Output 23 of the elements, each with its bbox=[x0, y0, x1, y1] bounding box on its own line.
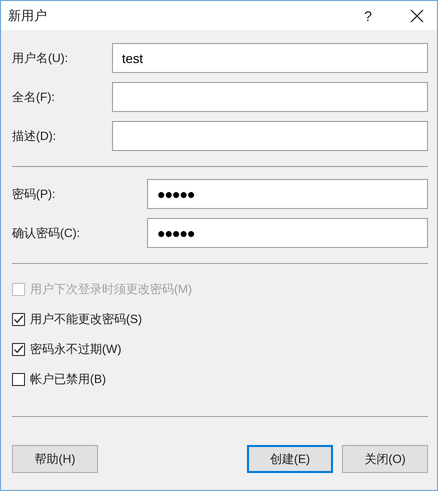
input-field[interactable]: ●●●●● bbox=[147, 218, 428, 248]
dialog-button[interactable]: 创建(E) bbox=[247, 445, 333, 473]
field-label: 用户名(U): bbox=[12, 50, 68, 66]
dialog-button[interactable]: 帮助(H) bbox=[12, 445, 98, 473]
checkbox-label: 用户不能更改密码(S) bbox=[30, 310, 142, 328]
checkbox[interactable] bbox=[12, 372, 25, 386]
dialog-button[interactable]: 关闭(O) bbox=[342, 445, 428, 473]
checkbox[interactable] bbox=[12, 342, 25, 356]
input-field[interactable]: test bbox=[112, 43, 428, 73]
field-label: 密码(P): bbox=[12, 186, 56, 202]
field-label: 确认密码(C): bbox=[12, 224, 80, 242]
close-icon bbox=[410, 8, 424, 22]
help-button[interactable]: ? bbox=[353, 8, 383, 24]
input-field[interactable] bbox=[112, 82, 428, 112]
checkbox-label: 用户下次登录时须更改密码(M) bbox=[30, 280, 192, 298]
field-label: 全名(F): bbox=[12, 88, 55, 106]
input-field[interactable] bbox=[112, 121, 428, 151]
checkbox[interactable] bbox=[12, 312, 25, 326]
input-field[interactable]: ●●●●● bbox=[147, 179, 428, 209]
checkbox-label: 密码永不过期(W) bbox=[30, 340, 122, 358]
window-title: 新用户 bbox=[8, 6, 47, 24]
checkbox-label: 帐户已禁用(B) bbox=[30, 370, 106, 388]
field-label: 描述(D): bbox=[12, 128, 56, 144]
